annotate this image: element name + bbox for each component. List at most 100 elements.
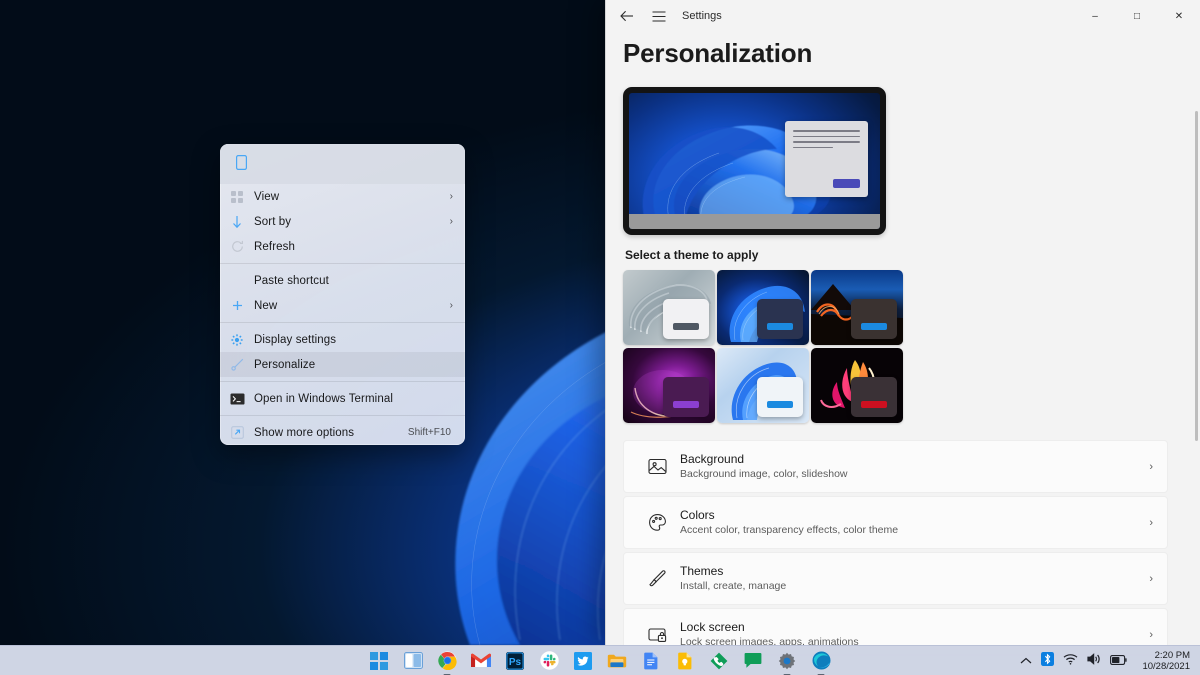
svg-text:Ps: Ps bbox=[509, 657, 522, 668]
chevron-right-icon: › bbox=[449, 191, 453, 202]
theme-thumbnail-0[interactable] bbox=[623, 270, 715, 345]
preview-text-line bbox=[793, 135, 860, 138]
settings-list-item-title: Colors bbox=[680, 508, 715, 522]
minimize-button[interactable]: – bbox=[1074, 0, 1116, 32]
scrollbar-thumb[interactable] bbox=[1195, 111, 1198, 441]
clock-date: 10/28/2021 bbox=[1142, 661, 1190, 672]
settings-list-item-subtitle: Background image, color, slideshow bbox=[680, 468, 848, 480]
context-menu-item-view[interactable]: View › bbox=[220, 184, 465, 209]
chrome-icon[interactable] bbox=[436, 650, 458, 675]
system-tray: 2:20 PM 10/28/2021 bbox=[1020, 646, 1196, 675]
theme-accent-swatch bbox=[861, 401, 887, 408]
context-menu-label: Show more options bbox=[254, 426, 355, 439]
settings-list-item-subtitle: Accent color, transparency effects, colo… bbox=[680, 524, 899, 536]
settings-list-item-background[interactable]: Background Background image, color, slid… bbox=[623, 440, 1168, 493]
preview-accent-button bbox=[833, 179, 860, 188]
file-explorer-icon[interactable] bbox=[606, 650, 628, 672]
context-menu-separator bbox=[220, 415, 465, 416]
slack-icon[interactable] bbox=[538, 650, 560, 672]
google-chat-icon[interactable] bbox=[742, 650, 764, 672]
context-menu-item-display-settings[interactable]: Display settings bbox=[220, 327, 465, 352]
theme-thumbnail-5[interactable] bbox=[811, 348, 903, 423]
google-voice-icon[interactable] bbox=[708, 650, 730, 672]
settings-app-title: Settings bbox=[682, 10, 722, 22]
google-docs-icon[interactable] bbox=[640, 650, 662, 672]
settings-list-item-text: Background Background image, color, slid… bbox=[674, 452, 1149, 481]
settings-list-item-lock-screen[interactable]: Lock screen Lock screen images, apps, an… bbox=[623, 608, 1168, 645]
volume-icon[interactable] bbox=[1087, 652, 1101, 670]
back-arrow-icon[interactable] bbox=[614, 3, 640, 29]
settings-list-item-title: Lock screen bbox=[680, 620, 745, 634]
start-button[interactable] bbox=[368, 650, 390, 672]
settings-content: Select a theme to apply Background Backg… bbox=[606, 69, 1200, 645]
photoshop-icon[interactable]: Ps bbox=[504, 650, 526, 672]
theme-mini-window bbox=[663, 377, 709, 417]
taskbar-apps: Ps bbox=[368, 650, 832, 675]
context-menu-item-open-in-windows-terminal[interactable]: Open in Windows Terminal bbox=[220, 386, 465, 411]
show-more-icon bbox=[220, 426, 254, 439]
context-menu-item-new[interactable]: New › bbox=[220, 293, 465, 318]
chevron-right-icon: › bbox=[1149, 516, 1153, 529]
settings-list-item-text: Themes Install, create, manage bbox=[674, 564, 1149, 593]
palette-icon bbox=[640, 513, 674, 532]
close-button[interactable]: ✕ bbox=[1158, 0, 1200, 32]
theme-thumbnail-3[interactable] bbox=[623, 348, 715, 423]
context-menu-item-show-more-options[interactable]: Show more options Shift+F10 bbox=[220, 420, 465, 445]
google-keep-icon[interactable] bbox=[674, 650, 696, 672]
taskbar[interactable]: Ps 2:20 PM 10/28/2021 bbox=[0, 645, 1200, 675]
task-view-button[interactable] bbox=[402, 650, 424, 672]
maximize-button[interactable]: □ bbox=[1116, 0, 1158, 32]
context-menu-label: Display settings bbox=[254, 333, 337, 346]
theme-mini-window bbox=[757, 299, 803, 339]
settings-titlebar: Settings – □ ✕ bbox=[606, 0, 1200, 32]
hamburger-menu-icon[interactable] bbox=[646, 3, 672, 29]
window-controls: – □ ✕ bbox=[1074, 0, 1200, 32]
preview-text-line bbox=[793, 130, 860, 132]
preview-text-line bbox=[793, 146, 834, 149]
settings-list-item-themes[interactable]: Themes Install, create, manage › bbox=[623, 552, 1168, 605]
theme-accent-swatch bbox=[767, 401, 793, 408]
preview-app-window bbox=[785, 121, 868, 197]
sort-arrow-icon bbox=[220, 215, 254, 229]
context-menu-item-paste-shortcut[interactable]: Paste shortcut bbox=[220, 268, 465, 293]
context-menu-label: New bbox=[254, 299, 278, 312]
picture-icon bbox=[640, 457, 674, 476]
settings-list-item-text: Colors Accent color, transparency effect… bbox=[674, 508, 1149, 537]
grid-view-icon bbox=[220, 190, 254, 203]
chevron-up-icon[interactable] bbox=[1020, 652, 1032, 670]
gmail-icon[interactable] bbox=[470, 650, 492, 672]
select-theme-label: Select a theme to apply bbox=[625, 248, 759, 262]
context-menu-item-personalize[interactable]: Personalize bbox=[220, 352, 465, 377]
settings-icon[interactable] bbox=[776, 650, 798, 675]
context-menu-separator bbox=[220, 263, 465, 264]
page-title: Personalization bbox=[623, 38, 813, 68]
settings-list-item-colors[interactable]: Colors Accent color, transparency effect… bbox=[623, 496, 1168, 549]
theme-accent-swatch bbox=[673, 323, 699, 330]
wifi-icon[interactable] bbox=[1063, 652, 1078, 670]
theme-accent-swatch bbox=[861, 323, 887, 330]
theme-thumbnail-1[interactable] bbox=[717, 270, 809, 345]
desktop-context-menu[interactable]: View › Sort by › Refresh Paste shortcut bbox=[220, 144, 465, 445]
clock[interactable]: 2:20 PM 10/28/2021 bbox=[1136, 650, 1190, 672]
edge-icon[interactable] bbox=[810, 650, 832, 675]
theme-thumbnail-2[interactable] bbox=[811, 270, 903, 345]
settings-scrollbar[interactable] bbox=[1194, 111, 1199, 645]
twitter-icon[interactable] bbox=[572, 650, 594, 672]
bluetooth-icon[interactable] bbox=[1041, 651, 1055, 671]
plus-icon bbox=[220, 300, 254, 311]
theme-accent-swatch bbox=[767, 323, 793, 330]
refresh-icon bbox=[220, 240, 254, 253]
screen: View › Sort by › Refresh Paste shortcut bbox=[0, 0, 1200, 675]
context-menu-item-refresh[interactable]: Refresh bbox=[220, 234, 465, 259]
theme-thumbnail-4[interactable] bbox=[717, 348, 809, 423]
terminal-icon bbox=[220, 393, 254, 405]
tablet-icon bbox=[236, 155, 248, 173]
context-menu-header bbox=[220, 144, 465, 184]
settings-window[interactable]: Settings – □ ✕ Personalization Select a … bbox=[605, 0, 1200, 645]
context-menu-item-sort-by[interactable]: Sort by › bbox=[220, 209, 465, 234]
battery-icon[interactable] bbox=[1110, 652, 1128, 670]
display-settings-icon bbox=[220, 333, 254, 346]
chevron-right-icon: › bbox=[449, 216, 453, 227]
context-menu-separator bbox=[220, 322, 465, 323]
theme-mini-window bbox=[851, 299, 897, 339]
